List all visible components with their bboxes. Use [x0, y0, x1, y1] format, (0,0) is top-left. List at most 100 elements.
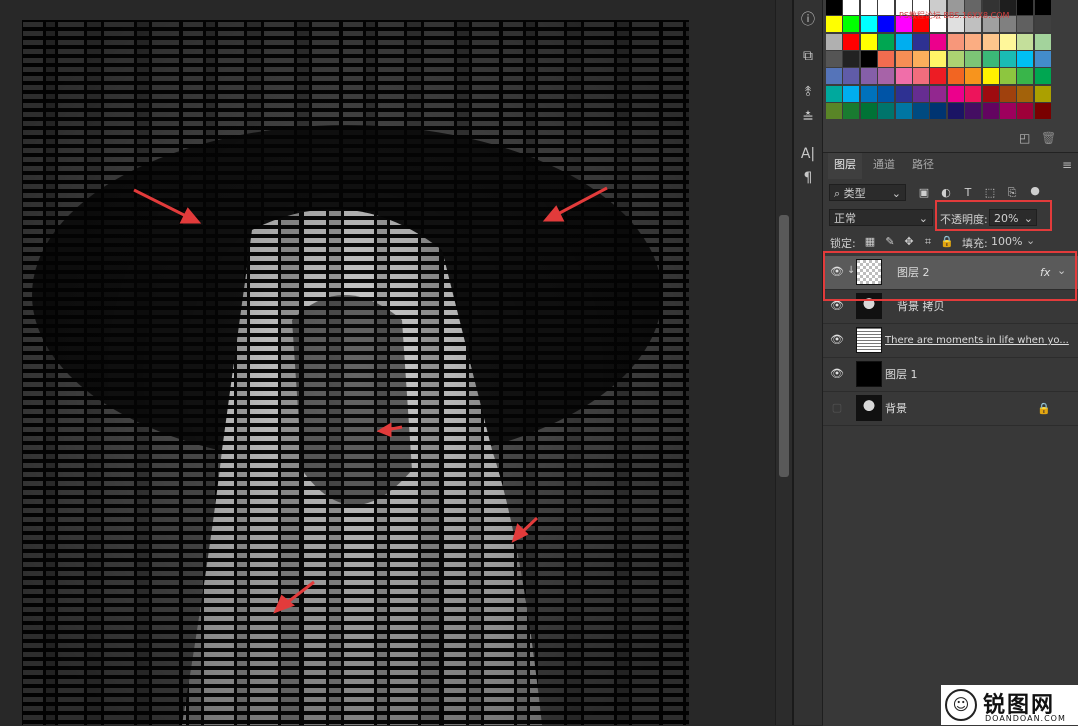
lock-all-icon[interactable]: 🔒 [940, 235, 954, 249]
color-swatch[interactable] [860, 85, 877, 102]
lock-transparency-icon[interactable]: ▦ [863, 235, 877, 249]
scrollbar-thumb[interactable] [779, 215, 789, 477]
color-swatch[interactable] [1000, 68, 1016, 85]
lock-move-icon[interactable]: ✥ [902, 235, 916, 249]
color-swatch[interactable] [982, 102, 999, 119]
color-swatch[interactable] [1017, 68, 1034, 85]
fill-value[interactable]: 100% [991, 235, 1022, 248]
color-swatch[interactable] [843, 85, 860, 102]
color-swatch[interactable] [930, 50, 947, 67]
color-swatch[interactable] [913, 102, 929, 119]
color-swatch[interactable] [982, 68, 999, 85]
color-swatch[interactable] [965, 50, 982, 67]
color-swatch[interactable] [895, 68, 912, 85]
chevron-down-icon[interactable]: ⌄ [1026, 234, 1035, 247]
color-swatch[interactable] [947, 85, 964, 102]
canvas-vertical-scrollbar[interactable] [775, 0, 793, 725]
color-swatch[interactable] [843, 102, 860, 119]
color-swatch[interactable] [895, 102, 912, 119]
clone-source-icon[interactable]: ⧉ [794, 46, 822, 66]
color-swatch[interactable] [1017, 102, 1034, 119]
color-swatch[interactable] [826, 102, 842, 119]
color-swatch[interactable] [982, 33, 999, 50]
color-swatch[interactable] [1034, 102, 1051, 119]
color-swatch[interactable] [843, 33, 860, 50]
color-swatch[interactable] [895, 33, 912, 50]
color-swatch[interactable] [860, 50, 877, 67]
color-swatch[interactable] [1000, 85, 1016, 102]
color-swatch[interactable] [965, 33, 982, 50]
color-swatch[interactable] [947, 33, 964, 50]
layer-row-layer1[interactable]: 👁 图层 1 [823, 358, 1078, 392]
color-swatch[interactable] [1000, 102, 1016, 119]
color-swatch[interactable] [930, 85, 947, 102]
color-swatch[interactable] [826, 68, 842, 85]
color-swatch[interactable] [860, 68, 877, 85]
tab-channels[interactable]: 通道 [867, 153, 901, 177]
lock-artboard-icon[interactable]: ⌗ [921, 235, 935, 249]
character-icon[interactable]: A| [794, 144, 822, 164]
color-swatch[interactable] [1000, 50, 1016, 67]
panel-menu-icon[interactable]: ≡ [1062, 158, 1072, 172]
layer-row-text[interactable]: 👁 There are moments in life when yo... [823, 324, 1078, 358]
color-swatch[interactable] [878, 0, 895, 15]
visibility-eye-icon[interactable]: 👁 [830, 300, 844, 312]
info-icon[interactable]: ⓘ [794, 10, 822, 30]
color-swatch[interactable] [843, 50, 860, 67]
color-swatch[interactable] [1017, 16, 1034, 33]
brush-preset-icon[interactable]: ⥉ [794, 82, 822, 102]
color-swatch[interactable] [965, 68, 982, 85]
color-swatch[interactable] [1017, 50, 1034, 67]
color-swatch[interactable] [860, 33, 877, 50]
color-swatch[interactable] [947, 68, 964, 85]
adjustments-icon[interactable]: ≛ [794, 108, 822, 128]
filter-toggle-icon[interactable]: ● [1028, 184, 1042, 198]
visibility-eye-icon[interactable]: 👁 [830, 334, 844, 346]
filter-type-icon[interactable]: T [961, 186, 975, 200]
color-swatch[interactable] [878, 68, 895, 85]
color-swatch[interactable] [895, 50, 912, 67]
tab-paths[interactable]: 路径 [906, 153, 940, 177]
color-swatch[interactable] [965, 102, 982, 119]
color-swatch[interactable] [843, 0, 860, 15]
blend-mode-select[interactable]: 正常 ⌄ [829, 209, 933, 226]
color-swatch[interactable] [878, 33, 895, 50]
color-swatch[interactable] [878, 16, 895, 33]
visibility-eye-icon[interactable]: 👁 [830, 368, 844, 380]
layer-name[interactable]: There are moments in life when yo... [885, 324, 1069, 358]
color-swatch[interactable] [1017, 33, 1034, 50]
filter-adjustment-icon[interactable]: ◐ [939, 186, 953, 200]
color-swatch[interactable] [930, 68, 947, 85]
color-swatch[interactable] [860, 102, 877, 119]
color-swatch[interactable] [913, 85, 929, 102]
color-swatch[interactable] [878, 85, 895, 102]
color-swatch[interactable] [930, 33, 947, 50]
color-swatch[interactable] [1034, 16, 1051, 33]
color-swatch[interactable] [913, 50, 929, 67]
color-swatch[interactable] [843, 16, 860, 33]
color-swatch[interactable] [1034, 33, 1051, 50]
filter-shape-icon[interactable]: ⬚ [983, 186, 997, 200]
color-swatch[interactable] [982, 50, 999, 67]
layer-name[interactable]: 图层 1 [885, 358, 918, 392]
color-swatch[interactable] [826, 85, 842, 102]
color-swatch[interactable] [913, 68, 929, 85]
color-swatch[interactable] [1034, 85, 1051, 102]
color-swatch[interactable] [826, 0, 842, 15]
color-swatch[interactable] [878, 102, 895, 119]
color-swatch[interactable] [860, 16, 877, 33]
delete-swatch-icon[interactable]: 🗑 [1041, 131, 1056, 145]
lock-brush-icon[interactable]: ✎ [883, 235, 897, 249]
color-swatch[interactable] [860, 0, 877, 15]
color-swatch[interactable] [1017, 85, 1034, 102]
color-swatch[interactable] [878, 50, 895, 67]
tab-layers[interactable]: 图层 [828, 153, 862, 179]
color-swatch[interactable] [1034, 68, 1051, 85]
color-swatch[interactable] [895, 85, 912, 102]
color-swatch[interactable] [1000, 33, 1016, 50]
color-swatch[interactable] [843, 68, 860, 85]
new-swatch-icon[interactable]: ◰ [1019, 131, 1030, 145]
color-swatch[interactable] [826, 50, 842, 67]
color-swatch[interactable] [1034, 0, 1051, 15]
color-swatch[interactable] [947, 102, 964, 119]
